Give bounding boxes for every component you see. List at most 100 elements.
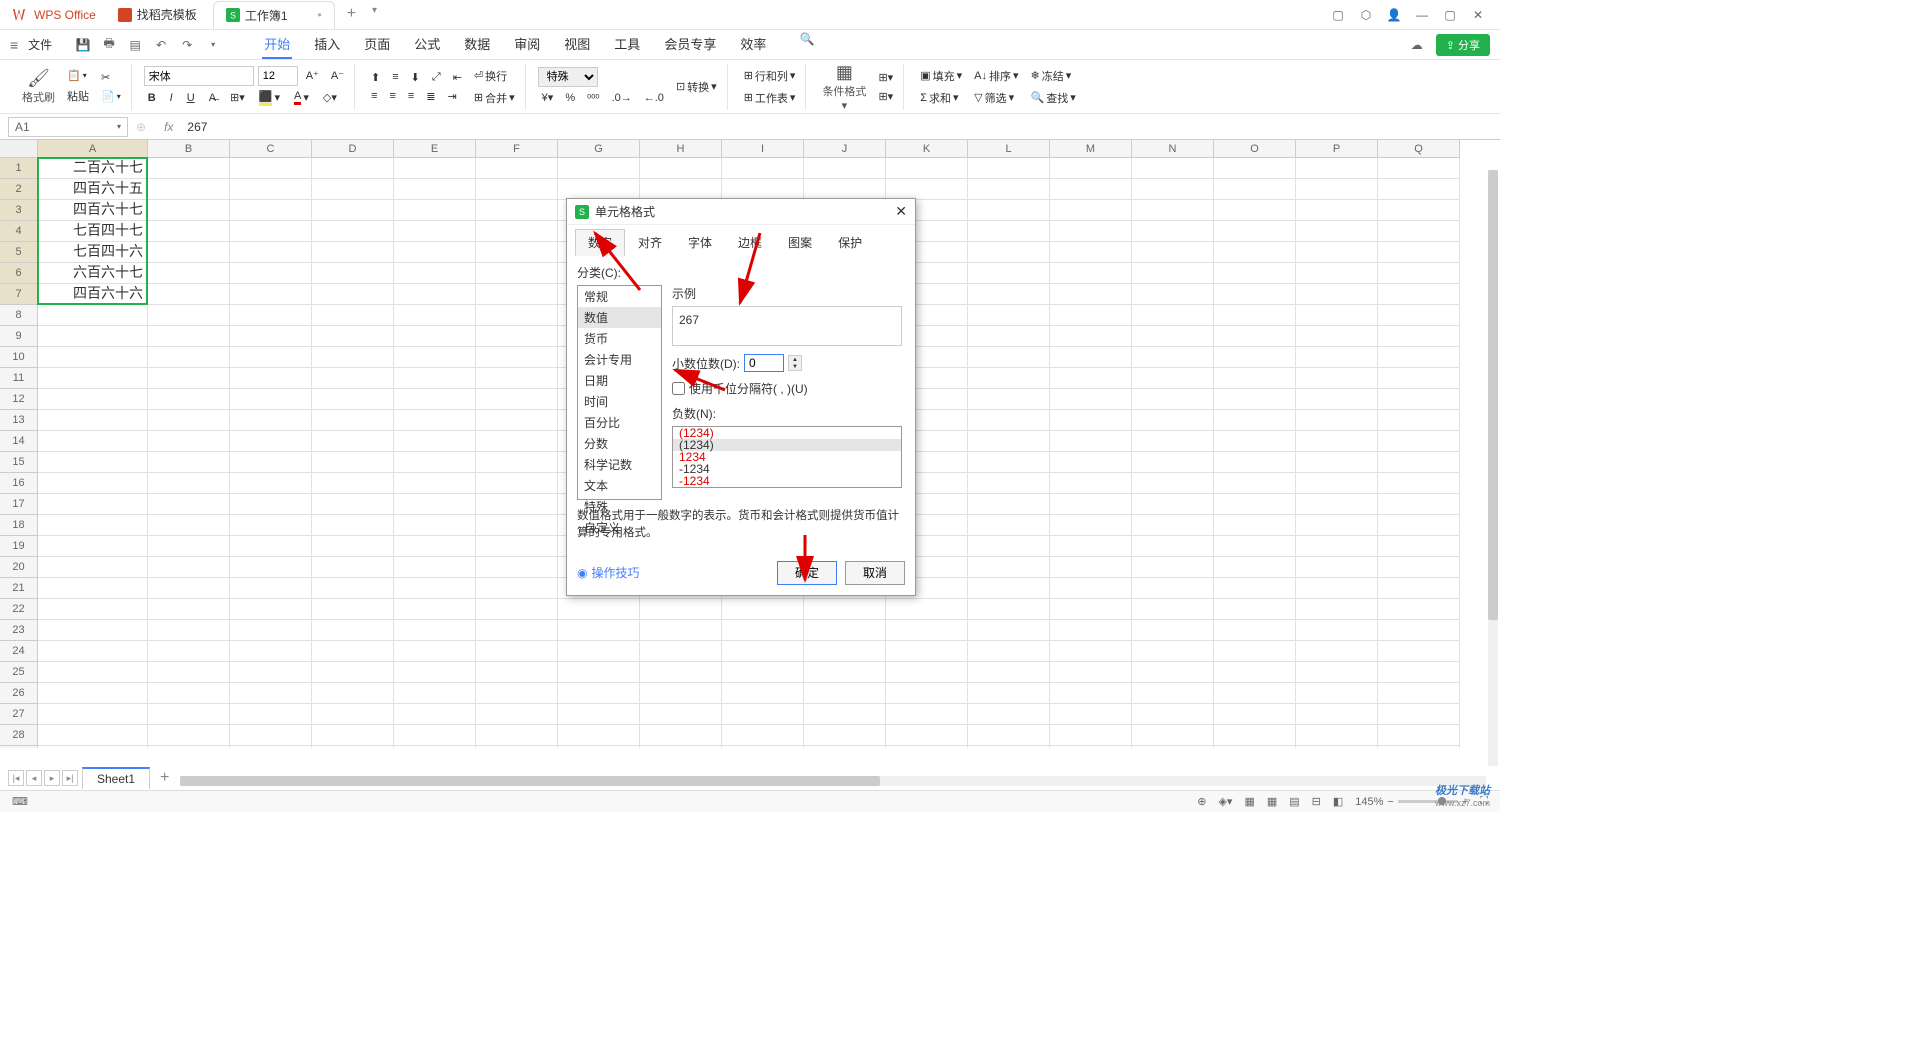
- cell-H24[interactable]: [640, 641, 722, 662]
- row-header-9[interactable]: 9: [0, 326, 38, 347]
- cell-P4[interactable]: [1296, 221, 1378, 242]
- cell-F29[interactable]: [476, 746, 558, 748]
- cell-F7[interactable]: [476, 284, 558, 305]
- row-header-13[interactable]: 13: [0, 410, 38, 431]
- cell-B11[interactable]: [148, 368, 230, 389]
- cell-B2[interactable]: [148, 179, 230, 200]
- cell-P3[interactable]: [1296, 200, 1378, 221]
- cell-M26[interactable]: [1050, 683, 1132, 704]
- cell-B20[interactable]: [148, 557, 230, 578]
- row-header-19[interactable]: 19: [0, 536, 38, 557]
- select-all-corner[interactable]: [0, 140, 38, 158]
- cell-O19[interactable]: [1214, 536, 1296, 557]
- cell-E26[interactable]: [394, 683, 476, 704]
- dialog-tab-border[interactable]: 边框: [725, 229, 775, 256]
- cell-K22[interactable]: [886, 599, 968, 620]
- cell-K26[interactable]: [886, 683, 968, 704]
- cell-E25[interactable]: [394, 662, 476, 683]
- cell-Q16[interactable]: [1378, 473, 1460, 494]
- cell-N19[interactable]: [1132, 536, 1214, 557]
- dialog-tab-number[interactable]: 数字: [575, 229, 625, 256]
- cell-B4[interactable]: [148, 221, 230, 242]
- cell-C11[interactable]: [230, 368, 312, 389]
- cell-L2[interactable]: [968, 179, 1050, 200]
- cell-O26[interactable]: [1214, 683, 1296, 704]
- cell-A17[interactable]: [38, 494, 148, 515]
- cell-P13[interactable]: [1296, 410, 1378, 431]
- menu-tab-data[interactable]: 数据: [462, 30, 492, 59]
- cell-E22[interactable]: [394, 599, 476, 620]
- cell-B26[interactable]: [148, 683, 230, 704]
- col-header-F[interactable]: F: [476, 140, 558, 158]
- bold-button[interactable]: B: [144, 90, 160, 106]
- cell-A11[interactable]: [38, 368, 148, 389]
- col-header-O[interactable]: O: [1214, 140, 1296, 158]
- negative-list[interactable]: (1234) (1234) 1234 -1234 -1234: [672, 426, 902, 488]
- cell-N17[interactable]: [1132, 494, 1214, 515]
- cat-accounting[interactable]: 会计专用: [578, 349, 661, 370]
- cell-M8[interactable]: [1050, 305, 1132, 326]
- row-header-26[interactable]: 26: [0, 683, 38, 704]
- cell-A22[interactable]: [38, 599, 148, 620]
- menu-tab-formula[interactable]: 公式: [412, 30, 442, 59]
- cell-D8[interactable]: [312, 305, 394, 326]
- cell-B18[interactable]: [148, 515, 230, 536]
- cell-Q27[interactable]: [1378, 704, 1460, 725]
- status-icon-1[interactable]: ⊕: [1197, 795, 1206, 808]
- cell-K25[interactable]: [886, 662, 968, 683]
- cell-O15[interactable]: [1214, 452, 1296, 473]
- cell-A13[interactable]: [38, 410, 148, 431]
- decimal-input[interactable]: [744, 354, 784, 372]
- dec-dec-icon[interactable]: ←.0: [640, 89, 668, 106]
- cell-A16[interactable]: [38, 473, 148, 494]
- cell-P11[interactable]: [1296, 368, 1378, 389]
- dec-inc-icon[interactable]: .0→: [608, 89, 636, 106]
- cell-N28[interactable]: [1132, 725, 1214, 746]
- fill-button[interactable]: ▣ 填充▾: [916, 66, 966, 86]
- cell-C6[interactable]: [230, 263, 312, 284]
- cell-C26[interactable]: [230, 683, 312, 704]
- cond-format-button[interactable]: ▦条件格式▾: [818, 60, 870, 114]
- cell-I28[interactable]: [722, 725, 804, 746]
- row-header-29[interactable]: 29: [0, 746, 38, 748]
- cell-J1[interactable]: [804, 158, 886, 179]
- cube-icon[interactable]: ⬡: [1358, 7, 1374, 23]
- cat-fraction[interactable]: 分数: [578, 433, 661, 454]
- sheet-nav-next[interactable]: ▸: [44, 770, 60, 786]
- cell-P15[interactable]: [1296, 452, 1378, 473]
- cell-O12[interactable]: [1214, 389, 1296, 410]
- view-page-icon[interactable]: ▤: [1289, 795, 1299, 808]
- cell-C1[interactable]: [230, 158, 312, 179]
- cell-E13[interactable]: [394, 410, 476, 431]
- cell-N22[interactable]: [1132, 599, 1214, 620]
- cell-P5[interactable]: [1296, 242, 1378, 263]
- cell-Q3[interactable]: [1378, 200, 1460, 221]
- sheet-nav-last[interactable]: ▸|: [62, 770, 78, 786]
- cell-P17[interactable]: [1296, 494, 1378, 515]
- cell-N1[interactable]: [1132, 158, 1214, 179]
- merge-button[interactable]: ⊞ 合并▾: [470, 88, 519, 108]
- dialog-tab-align[interactable]: 对齐: [625, 229, 675, 256]
- view-break-icon[interactable]: ⊟: [1312, 795, 1321, 808]
- cell-F18[interactable]: [476, 515, 558, 536]
- cell-O8[interactable]: [1214, 305, 1296, 326]
- neg-item-2[interactable]: (1234): [673, 439, 901, 451]
- freeze-button[interactable]: ❄ 冻结▾: [1027, 66, 1080, 86]
- cat-percent[interactable]: 百分比: [578, 412, 661, 433]
- cell-A10[interactable]: [38, 347, 148, 368]
- cell-O21[interactable]: [1214, 578, 1296, 599]
- zoom-out-button[interactable]: −: [1387, 796, 1393, 808]
- cell-E19[interactable]: [394, 536, 476, 557]
- cell-F6[interactable]: [476, 263, 558, 284]
- cell-D12[interactable]: [312, 389, 394, 410]
- cell-N10[interactable]: [1132, 347, 1214, 368]
- cell-I27[interactable]: [722, 704, 804, 725]
- col-header-P[interactable]: P: [1296, 140, 1378, 158]
- cell-M4[interactable]: [1050, 221, 1132, 242]
- cell-C12[interactable]: [230, 389, 312, 410]
- cell-B25[interactable]: [148, 662, 230, 683]
- cell-F24[interactable]: [476, 641, 558, 662]
- share-button[interactable]: ⇪ 分享: [1436, 34, 1490, 56]
- cell-N11[interactable]: [1132, 368, 1214, 389]
- cell-O7[interactable]: [1214, 284, 1296, 305]
